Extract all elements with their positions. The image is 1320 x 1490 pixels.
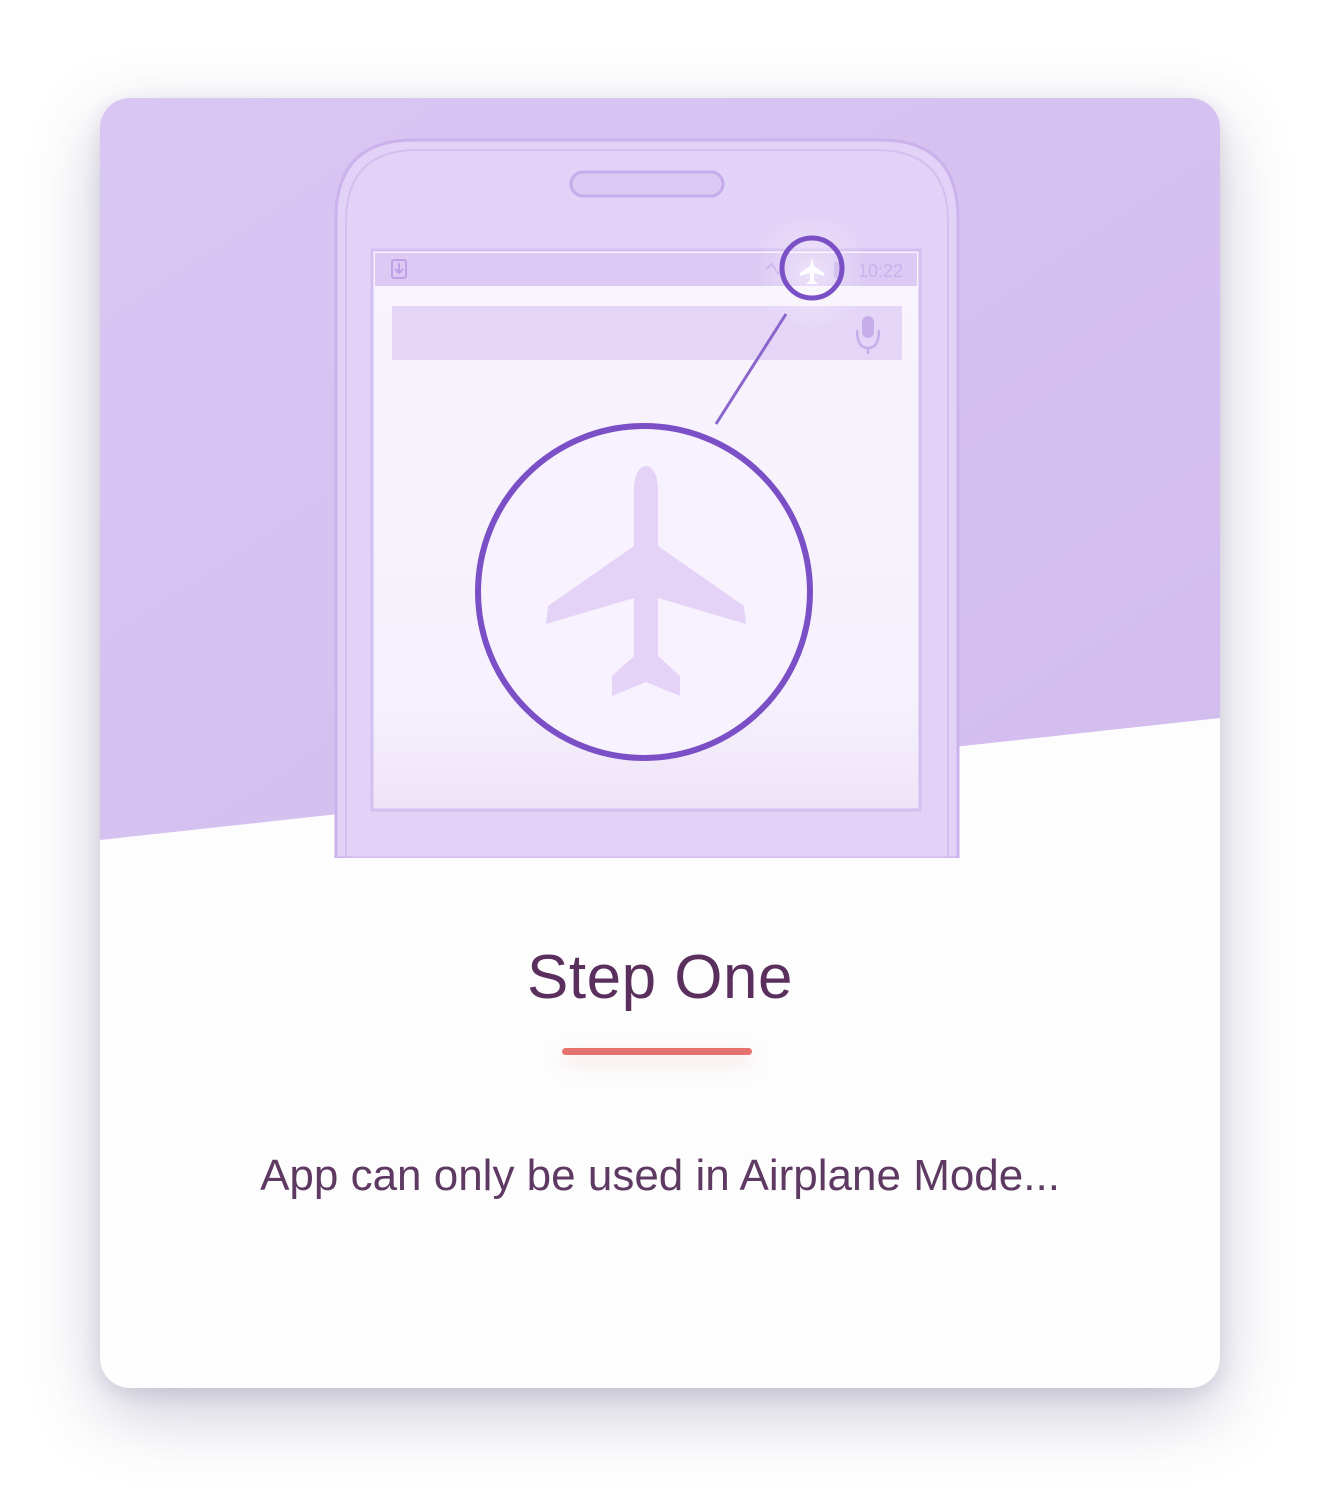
illustration-svg: 10:22 bbox=[100, 98, 1220, 858]
title-underline bbox=[562, 1048, 752, 1055]
speaker-slot bbox=[569, 170, 725, 198]
onboarding-screen: 10:22 Step One App can only be used in A… bbox=[0, 0, 1320, 1490]
onboarding-card: 10:22 Step One App can only be used in A… bbox=[100, 98, 1220, 1388]
step-description: App can only be used in Airplane Mode... bbox=[260, 1151, 1060, 1200]
airplane-mode-illustration: 10:22 bbox=[100, 98, 1220, 858]
step-title: Step One bbox=[527, 943, 793, 1012]
